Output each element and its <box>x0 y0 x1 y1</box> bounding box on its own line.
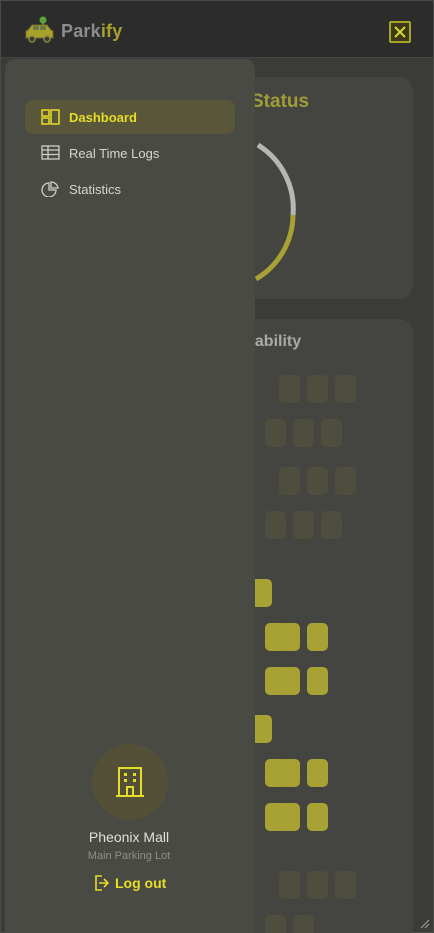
car-location-icon <box>25 16 54 43</box>
nav-item-real-time-logs[interactable]: Real Time Logs <box>25 136 235 170</box>
pie-chart-icon <box>41 181 61 197</box>
brand-part-1: Park <box>61 21 101 41</box>
brand-name: Parkify <box>61 21 122 42</box>
logout-label: Log out <box>115 875 167 891</box>
nav-item-label: Dashboard <box>69 109 137 125</box>
location-avatar <box>92 744 168 820</box>
side-drawer: Dashboard Real Time Logs Statistics Pheo… <box>5 59 255 933</box>
table-icon <box>41 145 61 161</box>
dashboard-icon <box>41 109 61 125</box>
nav-item-dashboard[interactable]: Dashboard <box>25 100 235 134</box>
resize-grip-icon[interactable] <box>418 917 430 929</box>
building-icon <box>116 767 144 797</box>
brand-part-2: ify <box>100 21 123 41</box>
location-subtitle: Main Parking Lot <box>87 850 171 862</box>
top-bar: Parkify <box>1 1 433 58</box>
nav-item-statistics[interactable]: Statistics <box>25 172 235 206</box>
close-drawer-button[interactable] <box>389 21 411 43</box>
nav-item-label: Real Time Logs <box>69 145 160 161</box>
location-name: Pheonix Mall <box>88 829 170 845</box>
close-box-icon <box>394 26 406 38</box>
app-window: Parkify Status ilability Dashboard Real … <box>0 0 434 933</box>
nav-item-label: Statistics <box>69 181 122 197</box>
logout-icon <box>95 875 109 891</box>
logout-button[interactable]: Log out <box>93 872 166 894</box>
